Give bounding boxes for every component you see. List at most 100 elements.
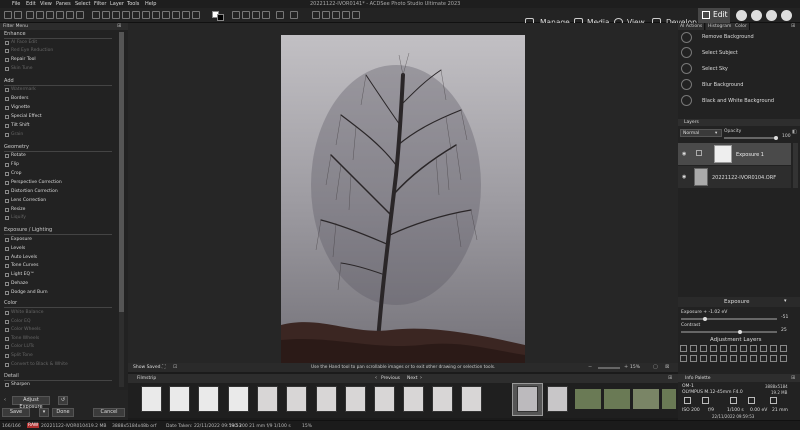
grid-icon[interactable] — [276, 11, 284, 19]
adj-dehaze-icon[interactable] — [720, 355, 727, 362]
chevron-down-icon[interactable]: ▾ — [784, 298, 787, 304]
gradient-icon[interactable] — [152, 11, 160, 19]
lock-icon[interactable]: ◧ — [792, 129, 797, 135]
ruler-icon[interactable] — [290, 11, 298, 19]
filmstrip-thumb[interactable] — [461, 386, 482, 412]
filmstrip-thumb[interactable] — [517, 386, 538, 412]
menu-select[interactable]: Select — [75, 1, 90, 7]
text-icon[interactable] — [92, 11, 100, 19]
zoom-value[interactable]: 15% — [630, 365, 640, 370]
filmstrip-thumb[interactable] — [604, 389, 630, 409]
pan-icon[interactable] — [26, 11, 34, 19]
help-icon[interactable] — [781, 10, 792, 21]
ai-icon[interactable] — [352, 11, 360, 19]
selection-icon[interactable] — [36, 11, 44, 19]
actual-size-icon[interactable]: ▢ — [653, 364, 658, 370]
filmstrip-thumb[interactable] — [633, 389, 659, 409]
background-color-swatch[interactable] — [217, 14, 224, 21]
menu-ai-face-edit[interactable]: AI Face Edit — [11, 40, 37, 45]
smart-erase-icon[interactable] — [192, 11, 200, 19]
filmstrip-next[interactable]: Next — [407, 376, 417, 381]
menu-lens-correction[interactable]: Lens Correction — [11, 198, 46, 203]
menu-repair-tool[interactable]: Repair Tool — [11, 57, 36, 62]
menu-help[interactable]: Help — [145, 1, 156, 7]
ai-black-white-background[interactable]: Black and White Background — [702, 98, 774, 104]
menu-flip[interactable]: Flip — [11, 162, 19, 167]
menu-distortion-correction[interactable]: Distortion Correction — [11, 189, 58, 194]
menu-rotate[interactable]: Rotate — [11, 153, 26, 158]
section-geometry[interactable]: Geometry — [4, 144, 29, 150]
filmstrip-thumb[interactable] — [575, 389, 601, 409]
mask-icon[interactable] — [312, 11, 320, 19]
menu-tools[interactable]: Tools — [127, 1, 139, 7]
adj-fill-icon[interactable] — [750, 355, 757, 362]
clone-icon[interactable] — [122, 11, 130, 19]
menu-levels[interactable]: Levels — [11, 246, 25, 251]
menu-perspective-correction[interactable]: Perspective Correction — [11, 180, 62, 185]
exposure-slider[interactable] — [681, 318, 777, 320]
fit-screen-icon[interactable]: ⊠ — [665, 364, 669, 370]
adj-curves-icon[interactable] — [690, 345, 697, 352]
zoom-slider[interactable] — [598, 367, 620, 369]
adj-sharpen-icon[interactable] — [680, 355, 687, 362]
opacity-value[interactable]: 100 — [782, 134, 791, 139]
contrast-value[interactable]: 25 — [781, 328, 787, 333]
magic-wand-icon[interactable] — [56, 11, 64, 19]
filmstrip-pin-icon[interactable]: ⊞ — [668, 375, 672, 381]
layer-name[interactable]: Exposure 1 — [736, 152, 764, 158]
fit-icon[interactable]: ⛶ — [162, 364, 166, 370]
menu-liquify[interactable]: Liquify — [11, 215, 26, 220]
mode-edit-button[interactable]: Edit — [698, 8, 730, 23]
menu-red-eye-reduction[interactable]: Red Eye Reduction — [11, 48, 53, 53]
menu-view[interactable]: View — [40, 1, 52, 7]
opacity-slider-knob[interactable] — [774, 136, 778, 140]
adj-tone-wheels-icon[interactable] — [750, 345, 757, 352]
filmstrip-thumb[interactable] — [286, 386, 307, 412]
menu-auto-levels[interactable]: Auto Levels — [11, 255, 37, 260]
filmstrip-previous[interactable]: Previous — [381, 376, 400, 381]
menu-light-eq[interactable]: Light EQ™ — [11, 272, 35, 277]
menu-special-effect[interactable]: Special Effect — [11, 114, 42, 119]
line-icon[interactable] — [102, 11, 110, 19]
adj-levels-icon[interactable] — [680, 345, 687, 352]
save-button[interactable]: Save — [2, 408, 30, 417]
menu-convert-black-white[interactable]: Convert to Black & White — [11, 362, 68, 367]
menu-resize[interactable]: Resize — [11, 207, 25, 212]
menu-skin-tune[interactable]: Skin Tune — [11, 66, 33, 71]
menu-file[interactable]: File — [12, 1, 20, 7]
adj-delete-icon[interactable] — [780, 355, 787, 362]
menu-borders[interactable]: Borders — [11, 96, 28, 101]
filmstrip-thumb[interactable] — [662, 389, 676, 409]
brush-icon[interactable] — [66, 11, 74, 19]
info-pin-icon[interactable]: ⊞ — [791, 375, 795, 381]
adj-bw-icon[interactable] — [780, 345, 787, 352]
menu-color-luts[interactable]: Color LUTs — [11, 344, 34, 349]
add-layer-icon[interactable] — [322, 11, 330, 19]
previous-arrow-icon[interactable]: ‹ — [375, 375, 377, 381]
compare-icon[interactable]: ⊡ — [173, 364, 177, 370]
layer-row[interactable]: ◉ Exposure 1 — [678, 143, 791, 165]
exposure-slider-knob[interactable] — [703, 317, 707, 321]
menu-white-balance[interactable]: White Balance — [11, 310, 43, 315]
eye-icon[interactable]: ◉ — [682, 151, 686, 157]
zoom-icon[interactable] — [182, 11, 190, 19]
blend-mode-select[interactable]: Normal ▾ — [680, 129, 722, 137]
layer-row[interactable]: ◉ 20221122-IVOR0104.ORF — [678, 166, 791, 188]
done-button[interactable]: Done — [52, 408, 74, 417]
zoom-in-icon[interactable]: + — [624, 364, 628, 370]
eye-icon[interactable]: ◉ — [682, 174, 686, 180]
contrast-slider-knob[interactable] — [738, 330, 742, 334]
reset-icon[interactable]: ↺ — [58, 396, 68, 405]
section-detail[interactable]: Detail — [4, 373, 19, 379]
adjust-exposure-button[interactable]: Adjust Exposure — [12, 396, 50, 410]
merge-icon[interactable] — [342, 11, 350, 19]
adj-mask-icon[interactable] — [770, 355, 777, 362]
ai-remove-background[interactable]: Remove Background — [702, 34, 754, 40]
adj-grain-icon[interactable] — [710, 355, 717, 362]
next-arrow-icon[interactable]: › — [420, 375, 422, 381]
menu-tone-curves[interactable]: Tone Curves — [11, 263, 38, 268]
adj-special-effect-icon[interactable] — [740, 355, 747, 362]
flip-horizontal-icon[interactable] — [232, 11, 240, 19]
community-icon[interactable] — [736, 10, 747, 21]
adj-noise-icon[interactable] — [690, 355, 697, 362]
